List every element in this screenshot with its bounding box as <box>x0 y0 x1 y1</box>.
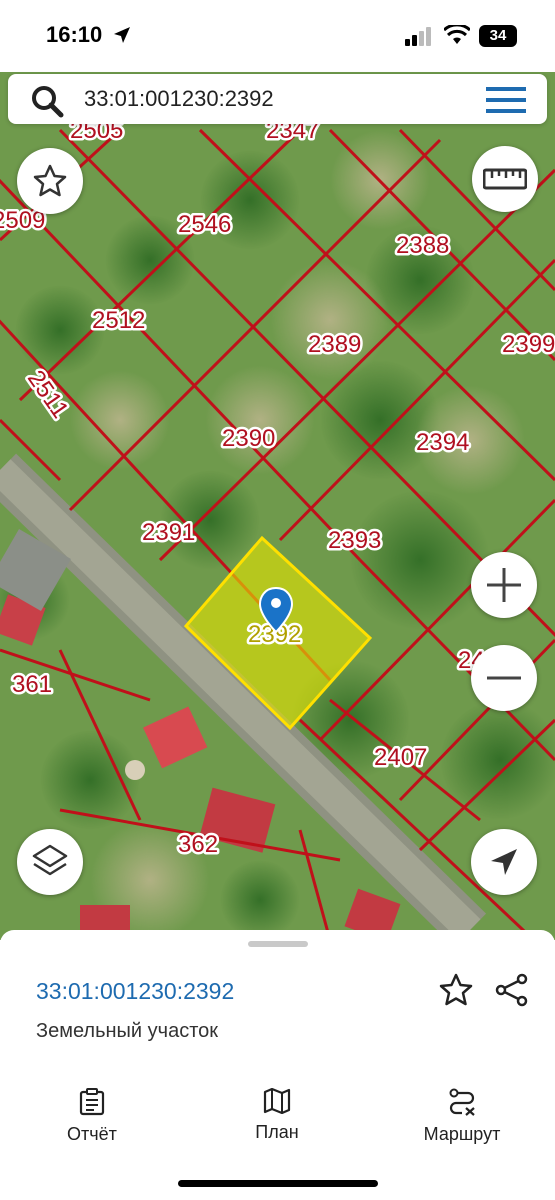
plot-label[interactable]: 2389 <box>306 329 364 361</box>
map-plan-icon <box>263 1088 291 1114</box>
sheet-drag-handle[interactable] <box>248 941 308 947</box>
map-canvas[interactable]: 2546 2388 2512 2389 2390 2394 2391 2393 … <box>0 0 555 940</box>
my-location-button[interactable] <box>471 829 537 895</box>
plot-label[interactable]: 2394 <box>414 427 472 459</box>
favorite-star-icon[interactable] <box>438 972 474 1013</box>
tab-report-label: Отчёт <box>67 1124 117 1144</box>
location-arrow-icon <box>491 849 517 875</box>
plot-label[interactable]: 2399 <box>500 329 555 361</box>
route-icon <box>449 1088 475 1116</box>
plot-label[interactable]: 362 <box>176 829 221 861</box>
tab-route-label: Маршрут <box>423 1124 501 1144</box>
plot-info-sheet[interactable]: 33:01:001230:2392 Земельный участок <box>0 930 555 1081</box>
plot-label[interactable]: 2390 <box>220 423 278 455</box>
layers-icon <box>32 844 68 876</box>
plot-label[interactable]: 361 <box>10 669 55 701</box>
object-type: Земельный участок <box>36 1020 219 1042</box>
status-time: 16:10 <box>46 22 103 47</box>
zoom-out-icon <box>487 676 521 680</box>
battery-indicator: 34 <box>479 25 517 47</box>
search-input[interactable]: 33:01:001230:2392 <box>84 86 274 112</box>
ruler-button[interactable] <box>472 146 538 212</box>
ruler-icon <box>483 168 527 190</box>
menu-icon[interactable] <box>486 87 526 118</box>
bottom-tab-bar: Отчёт План Маршрут <box>0 1080 555 1200</box>
wifi-icon <box>442 23 472 50</box>
plot-label[interactable]: 2407 <box>372 742 430 774</box>
cellular-signal-icon <box>405 26 433 51</box>
plot-label[interactable]: 2546 <box>176 209 234 241</box>
home-indicator <box>178 1180 378 1187</box>
report-clipboard-icon <box>79 1088 105 1116</box>
favorite-star-button[interactable] <box>17 148 83 214</box>
map-view[interactable]: 2546 2388 2512 2389 2390 2394 2391 2393 … <box>0 0 555 940</box>
status-bar: 16:10 34 <box>0 0 555 72</box>
star-icon <box>33 164 67 197</box>
tab-plan-label: План <box>255 1122 299 1142</box>
search-icon[interactable] <box>30 84 64 123</box>
plot-label[interactable]: 2512 <box>90 305 148 337</box>
zoom-in-button[interactable] <box>471 552 537 618</box>
zoom-out-button[interactable] <box>471 645 537 711</box>
location-arrow-icon <box>112 25 132 50</box>
cadastral-number[interactable]: 33:01:001230:2392 <box>36 978 234 1005</box>
plot-label[interactable]: 2391 <box>140 517 198 549</box>
zoom-in-icon <box>487 568 521 602</box>
plot-label[interactable]: 2393 <box>326 525 384 557</box>
tab-route[interactable]: Маршрут <box>392 1088 532 1145</box>
plot-label[interactable]: 2388 <box>394 230 452 262</box>
share-icon[interactable] <box>494 972 530 1013</box>
tab-report[interactable]: Отчёт <box>22 1088 162 1145</box>
tab-plan[interactable]: План <box>207 1088 347 1143</box>
layers-button[interactable] <box>17 829 83 895</box>
search-bar[interactable]: 33:01:001230:2392 <box>8 74 547 124</box>
